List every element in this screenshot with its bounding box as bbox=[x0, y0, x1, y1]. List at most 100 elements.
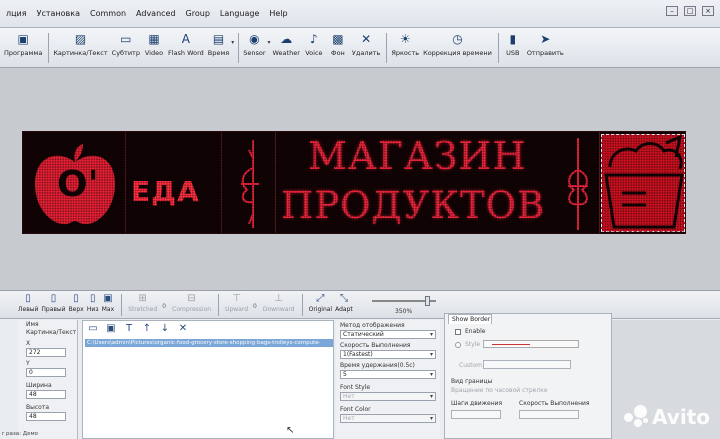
align-bottom-label: Низ bbox=[86, 306, 99, 313]
display-method-select[interactable]: Статический bbox=[340, 330, 436, 339]
panel-divider bbox=[125, 132, 126, 233]
mouse-cursor-icon: ↖ bbox=[286, 425, 295, 436]
menu-item-group[interactable]: Group bbox=[182, 9, 216, 18]
delete-icon: ✕ bbox=[361, 32, 372, 46]
close-icon[interactable]: × bbox=[702, 6, 714, 16]
toolbar-separator bbox=[238, 33, 240, 63]
minimize-icon[interactable]: – bbox=[666, 6, 678, 16]
y-field[interactable]: 0 bbox=[26, 368, 66, 377]
toolbar-button-send[interactable]: ➤ Отправить bbox=[527, 31, 564, 57]
toolbar-button-delete[interactable]: ✕ Удалить bbox=[352, 31, 380, 57]
toolbar-button-brightness[interactable]: ☀ Яркость bbox=[391, 31, 419, 57]
max-button[interactable]: ▣ Max bbox=[102, 293, 114, 313]
window-controls: – □ × bbox=[666, 6, 714, 16]
toolbar-button-clock[interactable]: ▤ Время bbox=[208, 31, 229, 57]
menu-item-advanced[interactable]: Advanced bbox=[132, 9, 182, 18]
align-top-button[interactable]: ▯ Верх bbox=[69, 293, 84, 313]
toolbar-label: Коррекция времени bbox=[423, 49, 492, 57]
x-field[interactable]: 272 bbox=[26, 348, 66, 357]
toolbar-button-background[interactable]: ▩ Фон bbox=[328, 31, 348, 57]
toolbar-label: Субтитр bbox=[111, 49, 140, 57]
tab-show-border[interactable]: Show Border bbox=[448, 314, 492, 324]
toolbar-label: USB bbox=[506, 49, 520, 57]
downward-button[interactable]: ⊥ Downward bbox=[263, 293, 295, 313]
hold-time-field[interactable]: 5 bbox=[340, 370, 436, 379]
image-icon[interactable]: ▣ bbox=[105, 323, 117, 334]
toolbar-button-flash-word[interactable]: A Flash Word bbox=[168, 31, 204, 57]
remove-icon[interactable]: ✕ bbox=[177, 323, 189, 334]
toolbar-button-sensor[interactable]: ◉ Sensor bbox=[243, 31, 265, 57]
toolbar-button-time-correction[interactable]: ◷ Коррекция времени bbox=[423, 31, 492, 57]
border-speed-field[interactable] bbox=[519, 410, 579, 419]
speed-select[interactable]: 1(Fastest) bbox=[340, 350, 436, 359]
led-preview[interactable]: O' ЕДА МАГАЗИН ПРОДУКТОВ bbox=[22, 131, 686, 234]
toolbar-separator bbox=[386, 33, 388, 63]
dropdown-caret-icon[interactable]: ▾ bbox=[231, 39, 234, 46]
compression-button[interactable]: ⊟ Compression bbox=[172, 293, 211, 313]
logo-text: O' bbox=[57, 164, 99, 205]
upward-value: 0 bbox=[253, 303, 257, 310]
arrow-up-icon[interactable]: ↑ bbox=[141, 323, 153, 334]
toolbar-button-subtitle[interactable]: ▭ Субтитр bbox=[112, 31, 140, 57]
upward-icon: ⊤ bbox=[232, 293, 241, 304]
height-field[interactable]: 48 bbox=[26, 412, 66, 421]
menu-item-common[interactable]: Common bbox=[86, 9, 132, 18]
width-field[interactable]: 48 bbox=[26, 390, 66, 399]
bottom-panel: ▯ Левый ▯ Правый ▯ Верх ▯ Низ ▣ Max ⊞ Stretche… bbox=[0, 290, 720, 439]
compression-icon: ⊟ bbox=[187, 293, 196, 304]
menu-item-help[interactable]: Help bbox=[265, 9, 293, 18]
toolbar-button-usb[interactable]: ▮ USB bbox=[503, 31, 523, 57]
arrow-down-icon[interactable]: ↓ bbox=[159, 323, 171, 334]
align-right-button[interactable]: ▯ Правый bbox=[41, 293, 65, 313]
upward-button[interactable]: ⊤ Upward bbox=[225, 293, 248, 313]
stretched-button[interactable]: ⊞ Stretched bbox=[128, 293, 157, 313]
name-value: Картинка/Текст bbox=[26, 329, 77, 336]
toolbar-separator bbox=[121, 294, 123, 316]
text-icon[interactable]: T bbox=[123, 323, 135, 334]
align-left-button[interactable]: ▯ Левый bbox=[18, 293, 38, 313]
hold-time-label: Время удержания(0.5с) bbox=[340, 362, 415, 369]
y-label: Y bbox=[26, 360, 30, 367]
step-field[interactable] bbox=[451, 410, 501, 419]
font-style-select[interactable]: Нет bbox=[340, 392, 436, 401]
toolbar-label: Программа bbox=[4, 49, 43, 57]
toolbar-button-image-text[interactable]: ▨ Картинка/Текст bbox=[53, 31, 107, 57]
led-eda-text: ЕДА bbox=[131, 175, 200, 208]
toolbar-label: Video bbox=[144, 49, 164, 57]
custom-field[interactable] bbox=[483, 360, 571, 369]
work-area: O' ЕДА МАГАЗИН ПРОДУКТОВ bbox=[0, 68, 720, 290]
enable-border-checkbox[interactable] bbox=[455, 329, 461, 335]
original-button[interactable]: ⤢ Original bbox=[309, 293, 332, 313]
menu-item-setup[interactable]: Установка bbox=[33, 9, 86, 18]
status-text: r раза: Демо bbox=[2, 431, 38, 437]
align-bottom-icon: ▯ bbox=[89, 293, 96, 304]
open-folder-icon[interactable]: ▭ bbox=[87, 323, 99, 334]
maximize-icon[interactable]: □ bbox=[684, 6, 696, 16]
align-bottom-button[interactable]: ▯ Низ bbox=[87, 293, 99, 313]
style-radio[interactable] bbox=[455, 342, 461, 348]
led-line-1: МАГАЗИН bbox=[308, 134, 527, 178]
menu-item-program[interactable]: лция bbox=[2, 9, 33, 18]
toolbar-button-video[interactable]: ▦ Video bbox=[144, 31, 164, 57]
toolbar-button-program[interactable]: ▣ Программа bbox=[4, 31, 42, 57]
menu-item-language[interactable]: Language bbox=[216, 9, 265, 18]
file-list[interactable]: ▭ ▣ T ↑ ↓ ✕ C:\Users\admin\Pictures\orga… bbox=[82, 320, 334, 439]
file-path-row[interactable]: C:\Users\admin\Pictures\organic-food-gro… bbox=[85, 339, 333, 347]
upward-label: Upward bbox=[225, 306, 249, 313]
border-view-label: Вид границы bbox=[451, 378, 493, 385]
speed-label: Скорость Выполнения bbox=[340, 342, 411, 349]
border-style-select[interactable] bbox=[483, 340, 579, 348]
original-label: Original bbox=[308, 306, 333, 313]
align-right-label: Правый bbox=[41, 306, 66, 313]
toolbar-label: Яркость bbox=[391, 49, 420, 57]
zoom-slider-handle[interactable] bbox=[425, 296, 430, 306]
adapt-button[interactable]: ⤡ Adapt bbox=[335, 293, 353, 313]
toolbar-button-voice[interactable]: ♪ Voice bbox=[304, 31, 324, 57]
dropdown-caret-icon[interactable]: ▾ bbox=[268, 39, 271, 46]
toolbar-button-weather[interactable]: ☁ Weather bbox=[273, 31, 300, 57]
font-color-select[interactable]: Нет bbox=[340, 414, 436, 423]
border-panel: Show Border Enable Style Custom Вид гран… bbox=[444, 313, 612, 439]
step-label: Шаги движения bbox=[451, 400, 503, 407]
basket-image-box[interactable] bbox=[601, 134, 685, 232]
image-text-icon: ▨ bbox=[74, 32, 87, 46]
